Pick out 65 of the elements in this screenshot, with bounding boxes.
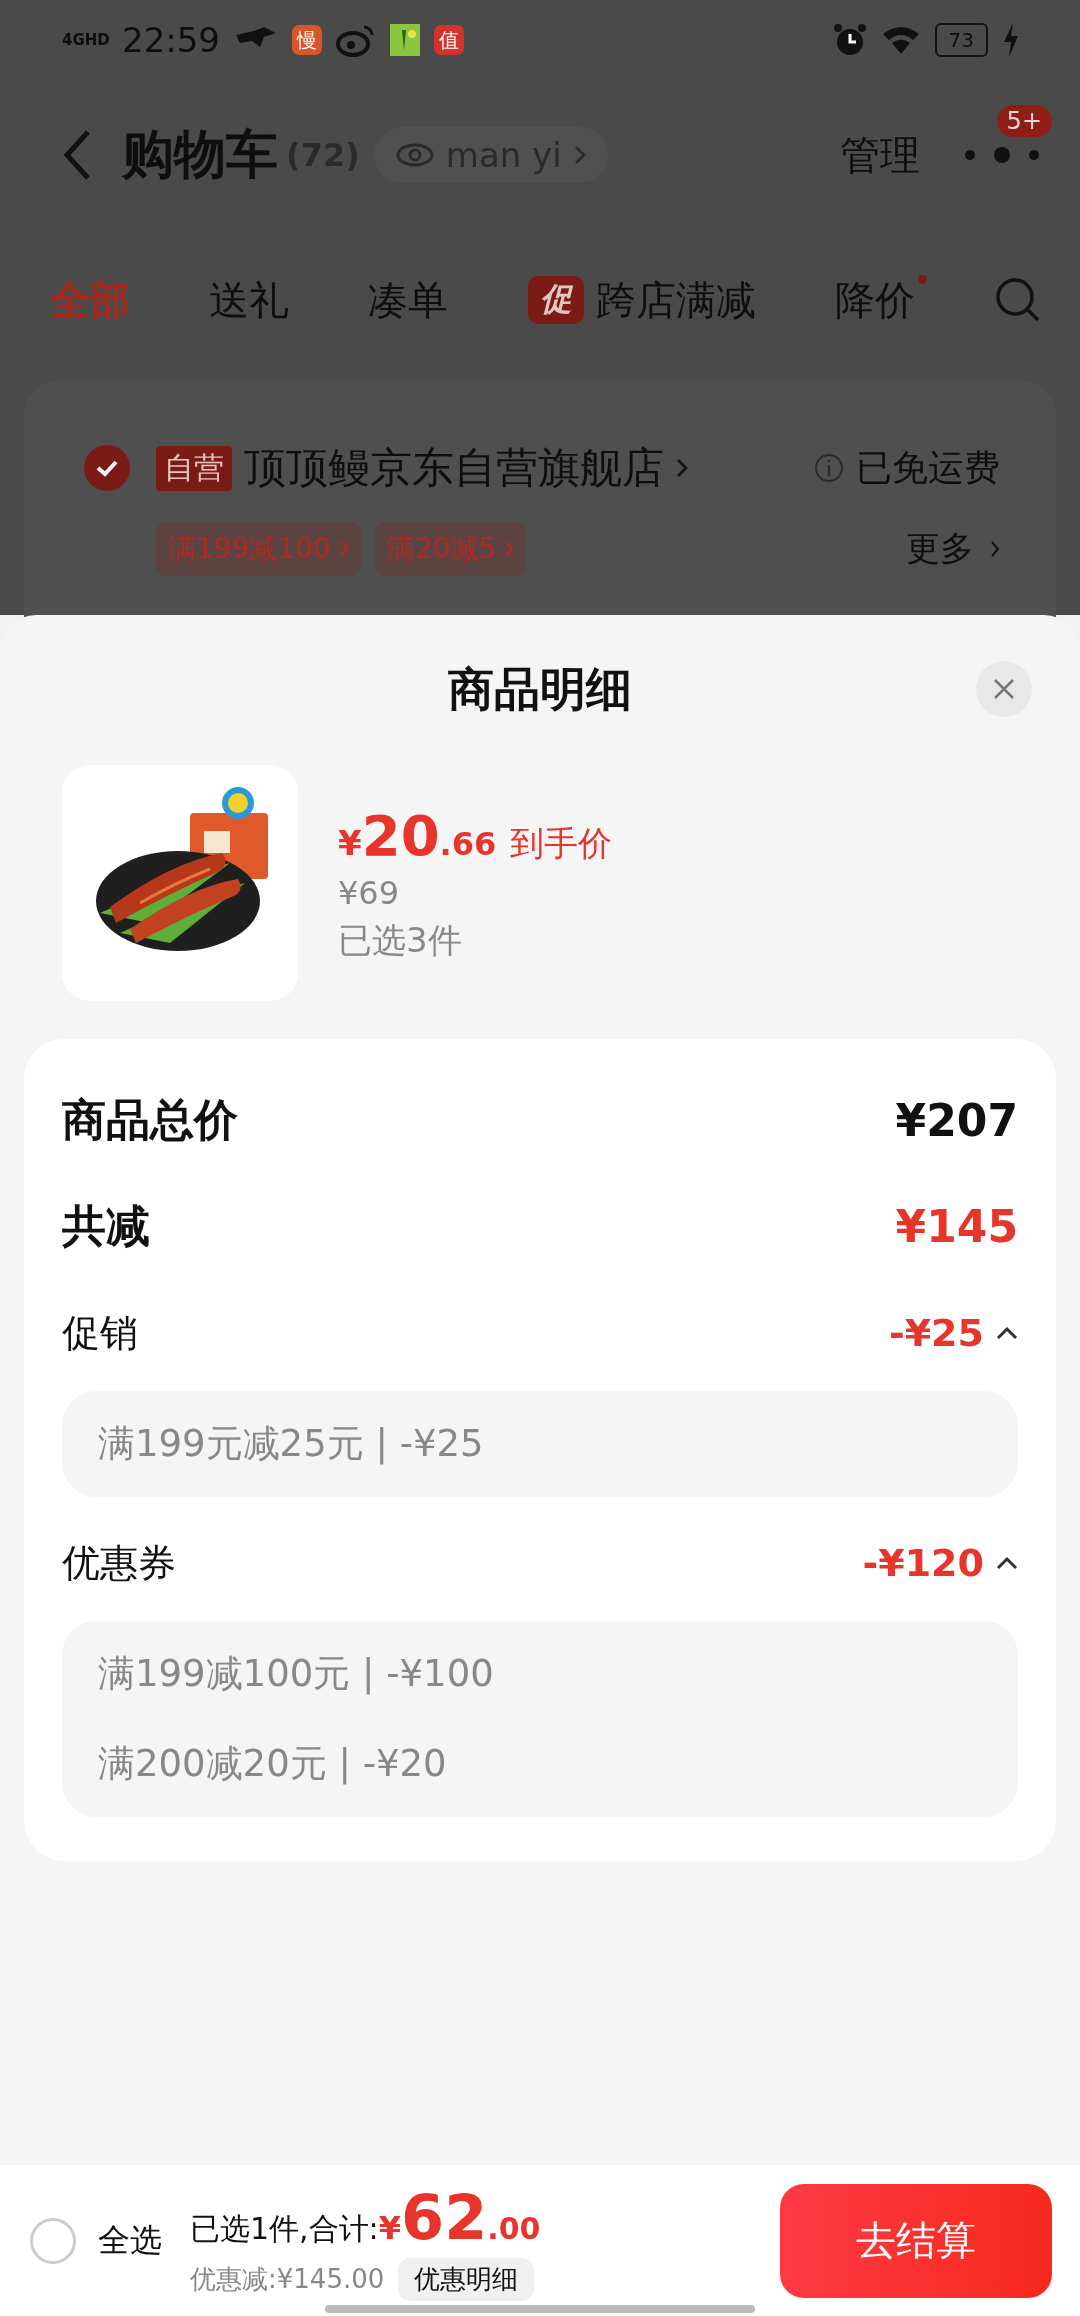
app-notification-icon: 慢 bbox=[292, 25, 322, 55]
battery-icon: 73 bbox=[934, 23, 988, 57]
back-icon[interactable] bbox=[62, 129, 92, 181]
total-discount: ¥145 bbox=[895, 1200, 1018, 1252]
filter-tab[interactable]: 送礼 bbox=[209, 272, 290, 328]
manage-button[interactable]: 管理 bbox=[840, 127, 920, 183]
chevron-icon bbox=[676, 458, 688, 478]
section-amount: -¥25 bbox=[888, 1311, 984, 1355]
store-checkbox[interactable] bbox=[84, 445, 130, 491]
alarm-icon bbox=[832, 23, 867, 57]
shipping-note: 已免运费 bbox=[856, 445, 1000, 490]
clock: 22:59 bbox=[122, 20, 220, 60]
discount-summary: 优惠减:¥145.00 bbox=[190, 2262, 385, 2296]
currency-symbol: ¥ bbox=[338, 822, 362, 863]
search-icon[interactable] bbox=[993, 276, 1042, 324]
total-amount: 62 bbox=[401, 2180, 488, 2254]
app-notification-icon: 值 bbox=[434, 25, 464, 55]
quantity-text: 已选3件 bbox=[338, 918, 463, 962]
filter-tab[interactable]: 全部 bbox=[50, 272, 130, 328]
total-price: ¥207 bbox=[895, 1094, 1018, 1146]
store-name[interactable]: 顶顶鳗京东自营旗舰店 bbox=[244, 440, 664, 496]
discount-detail-button[interactable]: 优惠明细 bbox=[398, 2257, 535, 2301]
discount-line: 满200减20元 | -¥20 bbox=[98, 1741, 448, 1787]
filter-tab[interactable]: 凑单 bbox=[368, 272, 449, 328]
chevron-icon bbox=[338, 540, 349, 558]
select-all-radio[interactable] bbox=[30, 2217, 76, 2264]
original-price: ¥69 bbox=[338, 873, 401, 912]
checkout-button[interactable]: 去结算 bbox=[780, 2183, 1052, 2298]
page-title: 购物车 bbox=[122, 123, 278, 186]
network-indicator: 4GHD bbox=[62, 32, 108, 48]
discount-line: 满199减100元 | -¥100 bbox=[98, 1651, 495, 1697]
checkmark-icon bbox=[95, 458, 119, 478]
discount-line: 满199元减25元 | -¥25 bbox=[98, 1421, 485, 1467]
row-label: 商品总价 bbox=[62, 1092, 238, 1147]
filter-tab[interactable]: 促 跨店满减 bbox=[527, 272, 756, 328]
price-decimal: .66 bbox=[439, 824, 497, 863]
eye-icon bbox=[395, 142, 434, 168]
summary-text: 已选1件,合计: bbox=[190, 2209, 379, 2248]
more-link[interactable]: 更多 bbox=[906, 526, 1000, 572]
row-label: 共减 bbox=[62, 1198, 150, 1253]
image-icon bbox=[390, 24, 420, 56]
section-amount: -¥120 bbox=[862, 1541, 984, 1585]
promo-tag: 促 bbox=[527, 276, 584, 324]
coupon-chip[interactable]: 满20减5 bbox=[374, 522, 527, 576]
chevron-icon bbox=[504, 540, 515, 558]
amount-decimal: .00 bbox=[487, 2210, 541, 2246]
chevron-up-icon[interactable] bbox=[996, 1326, 1018, 1340]
sheet-title: 商品明细 bbox=[448, 661, 632, 718]
notification-badge: 5+ bbox=[996, 105, 1052, 137]
currency-symbol: ¥ bbox=[378, 2208, 401, 2247]
chevron-up-icon[interactable] bbox=[996, 1556, 1018, 1570]
weibo-icon bbox=[336, 23, 376, 57]
chevron-icon bbox=[573, 145, 586, 165]
select-all-label: 全选 bbox=[98, 2219, 162, 2261]
info-icon[interactable] bbox=[814, 453, 844, 483]
close-icon bbox=[992, 677, 1016, 701]
coupon-chip[interactable]: 满199减100 bbox=[156, 522, 361, 576]
self-operated-tag: 自营 bbox=[156, 445, 232, 491]
chevron-icon bbox=[990, 540, 1000, 558]
section-label: 促销 bbox=[62, 1309, 138, 1357]
filter-tab[interactable]: 降价 bbox=[834, 272, 915, 328]
more-icon[interactable] bbox=[962, 145, 1042, 165]
price-label: 到手价 bbox=[510, 821, 613, 865]
final-price: 20 bbox=[361, 802, 440, 868]
section-label: 优惠券 bbox=[62, 1539, 176, 1587]
